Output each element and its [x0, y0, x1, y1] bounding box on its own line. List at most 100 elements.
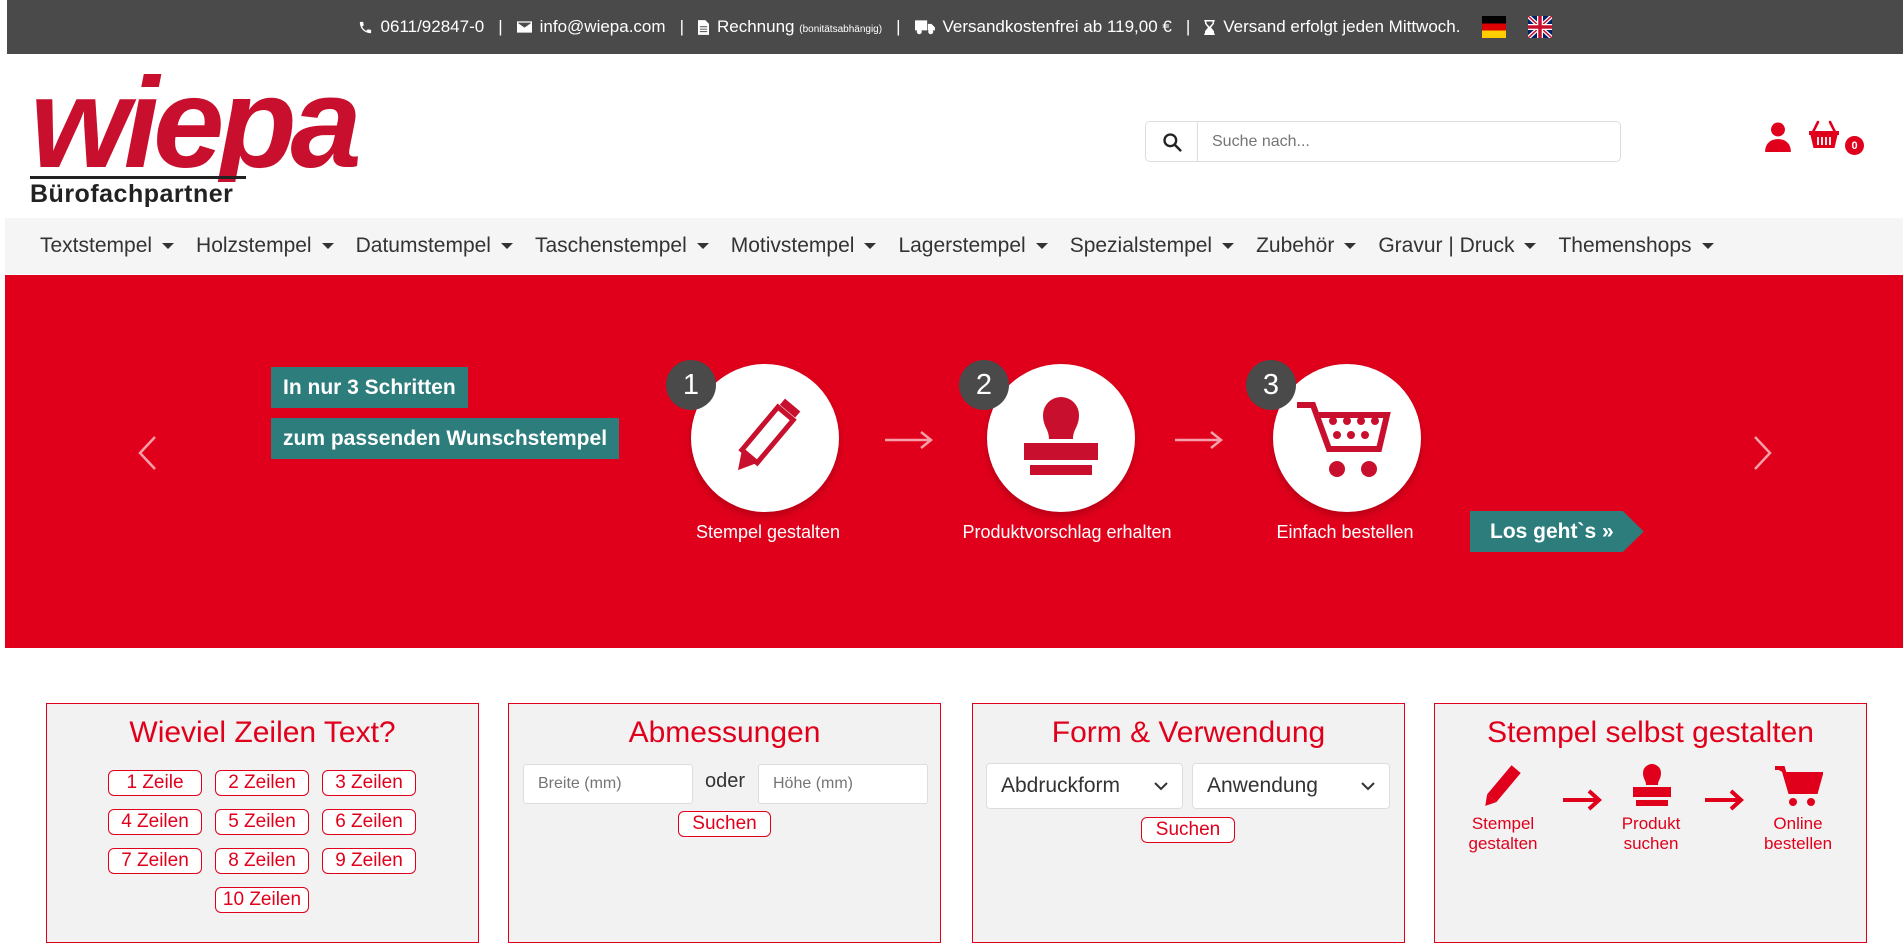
- caret-down-icon: [864, 243, 877, 249]
- lines-option-6[interactable]: 6 Zeilen: [322, 809, 416, 835]
- caret-down-icon: [1701, 243, 1714, 249]
- truck-icon: [914, 19, 935, 34]
- design-step-3-label: Online bestellen: [1763, 814, 1833, 853]
- carousel-next-button[interactable]: [1753, 435, 1773, 476]
- design-step-1-label: Stempel gestalten: [1468, 814, 1538, 853]
- nav-label: Spezialstempel: [1069, 234, 1213, 257]
- nav-item-datumstempel[interactable]: Datumstempel: [356, 234, 513, 258]
- user-icon: [1765, 122, 1791, 152]
- size-filter-title: Abmessungen: [628, 716, 821, 749]
- get-started-button[interactable]: Los geht`s »: [1470, 511, 1644, 552]
- site-logo[interactable]: wiepa Bürofachpartner: [30, 52, 390, 212]
- wiepa-logo-mark: wiepa: [30, 52, 365, 195]
- chevron-right-icon: [1754, 436, 1772, 470]
- separator: |: [498, 17, 503, 36]
- nav-item-taschenstempel[interactable]: Taschenstempel: [535, 234, 709, 258]
- pencil-icon: [1485, 765, 1521, 806]
- cart-button[interactable]: [1808, 120, 1840, 155]
- nav-label: Themenshops: [1558, 234, 1692, 257]
- search-icon: [1162, 132, 1182, 152]
- email-item[interactable]: info@wiepa.com: [516, 17, 666, 37]
- step-3-number: 3: [1246, 360, 1296, 410]
- phone-icon: [359, 21, 371, 33]
- hero-tag-wunschstempel: zum passenden Wunschstempel: [271, 418, 620, 459]
- pencil-icon: [738, 398, 801, 471]
- caret-down-icon: [162, 243, 175, 249]
- arrow-right-icon: [1563, 789, 1602, 811]
- phone-item[interactable]: 0611/92847-0: [358, 17, 485, 37]
- chevron-down-icon: [1361, 782, 1375, 791]
- nav-item-gravur-druck[interactable]: Gravur | Druck: [1378, 234, 1537, 258]
- logo-tagline: Bürofachpartner: [30, 180, 234, 208]
- nav-label: Gravur | Druck: [1378, 234, 1515, 257]
- lines-option-5[interactable]: 5 Zeilen: [215, 809, 309, 835]
- step-2-circle: [987, 364, 1135, 512]
- separator: |: [896, 17, 901, 36]
- lines-option-8[interactable]: 8 Zeilen: [215, 848, 309, 874]
- stamp-icon: [1633, 764, 1671, 806]
- nav-label: Motivstempel: [730, 234, 855, 257]
- lines-option-1[interactable]: 1 Zeile: [108, 770, 202, 796]
- step-3-label: Einfach bestellen: [1276, 522, 1414, 542]
- shape-select[interactable]: Abdruckform: [986, 763, 1183, 809]
- use-select-value: Anwendung: [1207, 774, 1318, 797]
- step-2-number: 2: [959, 360, 1009, 410]
- caret-down-icon: [500, 243, 513, 249]
- nav-item-textstempel[interactable]: Textstempel: [40, 234, 175, 258]
- lines-option-10[interactable]: 10 Zeilen: [215, 887, 309, 913]
- logo-underline: [30, 176, 246, 179]
- lines-options: 1 Zeile 2 Zeilen 3 Zeilen 4 Zeilen 5 Zei…: [108, 770, 418, 913]
- search-button[interactable]: [1146, 122, 1198, 161]
- shipping-day-label: Versand erfolgt jeden Mittwoch.: [1223, 17, 1461, 36]
- form-search-button[interactable]: Suchen: [1141, 817, 1235, 843]
- lines-filter-box: Wieviel Zeilen Text? 1 Zeile 2 Zeilen 3 …: [46, 703, 479, 943]
- caret-down-icon: [1222, 243, 1235, 249]
- lines-option-9[interactable]: 9 Zeilen: [322, 848, 416, 874]
- caret-down-icon: [1344, 243, 1357, 249]
- caret-down-icon: [321, 243, 334, 249]
- width-input[interactable]: [523, 764, 693, 804]
- hero-tag-steps: In nur 3 Schritten: [271, 367, 468, 408]
- english-flag-icon[interactable]: [1528, 16, 1553, 38]
- size-search-button[interactable]: Suchen: [678, 811, 771, 837]
- carousel-prev-button[interactable]: [137, 435, 157, 476]
- lines-option-4[interactable]: 4 Zeilen: [108, 809, 202, 835]
- nav-item-holzstempel[interactable]: Holzstempel: [196, 234, 334, 258]
- shape-select-value: Abdruckform: [1001, 774, 1121, 797]
- hourglass-icon: [1204, 19, 1216, 35]
- nav-item-themenshops[interactable]: Themenshops: [1558, 234, 1714, 258]
- account-button[interactable]: [1765, 122, 1791, 157]
- nav-item-spezialstempel[interactable]: Spezialstempel: [1069, 234, 1235, 258]
- shipping-item: Versandkostenfrei ab 119,00 €: [914, 17, 1172, 37]
- arrow-right-icon: [885, 431, 934, 449]
- cart-icon: [1297, 402, 1391, 477]
- search-bar: [1145, 121, 1621, 162]
- chevron-down-icon: [1154, 782, 1168, 791]
- german-flag-icon[interactable]: [1482, 16, 1507, 38]
- stamp-icon: [1024, 397, 1098, 475]
- envelope-icon: [516, 21, 532, 33]
- lines-filter-title: Wieviel Zeilen Text?: [129, 716, 396, 749]
- nav-item-motivstempel[interactable]: Motivstempel: [731, 234, 877, 258]
- or-label: oder: [705, 770, 746, 792]
- nav-label: Zubehör: [1256, 234, 1335, 257]
- nav-item-lagerstempel[interactable]: Lagerstempel: [898, 234, 1048, 258]
- step-2-label: Produktvorschlag erhalten: [962, 522, 1172, 542]
- use-select[interactable]: Anwendung: [1192, 763, 1390, 809]
- nav-item-zubehoer[interactable]: Zubehör: [1256, 234, 1357, 258]
- search-input[interactable]: [1198, 122, 1620, 161]
- phone-number: 0611/92847-0: [380, 17, 485, 36]
- step-1-label: Stempel gestalten: [695, 522, 841, 542]
- email-address: info@wiepa.com: [539, 17, 666, 36]
- chevron-left-icon: [138, 436, 156, 470]
- lines-option-7[interactable]: 7 Zeilen: [108, 848, 202, 874]
- lines-option-2[interactable]: 2 Zeilen: [215, 770, 309, 796]
- top-info-bar: 0611/92847-0 | info@wiepa.com | Rechnung…: [7, 0, 1903, 54]
- arrow-right-icon: [1705, 789, 1744, 811]
- invoice-label: Rechnung (bonitätsabhängig): [716, 17, 883, 36]
- shipping-day-item: Versand erfolgt jeden Mittwoch.: [1204, 17, 1460, 37]
- lines-option-3[interactable]: 3 Zeilen: [322, 770, 416, 796]
- height-input[interactable]: [758, 764, 928, 804]
- main-navigation: Textstempel Holzstempel Datumstempel Tas…: [5, 218, 1903, 274]
- separator: |: [679, 17, 684, 36]
